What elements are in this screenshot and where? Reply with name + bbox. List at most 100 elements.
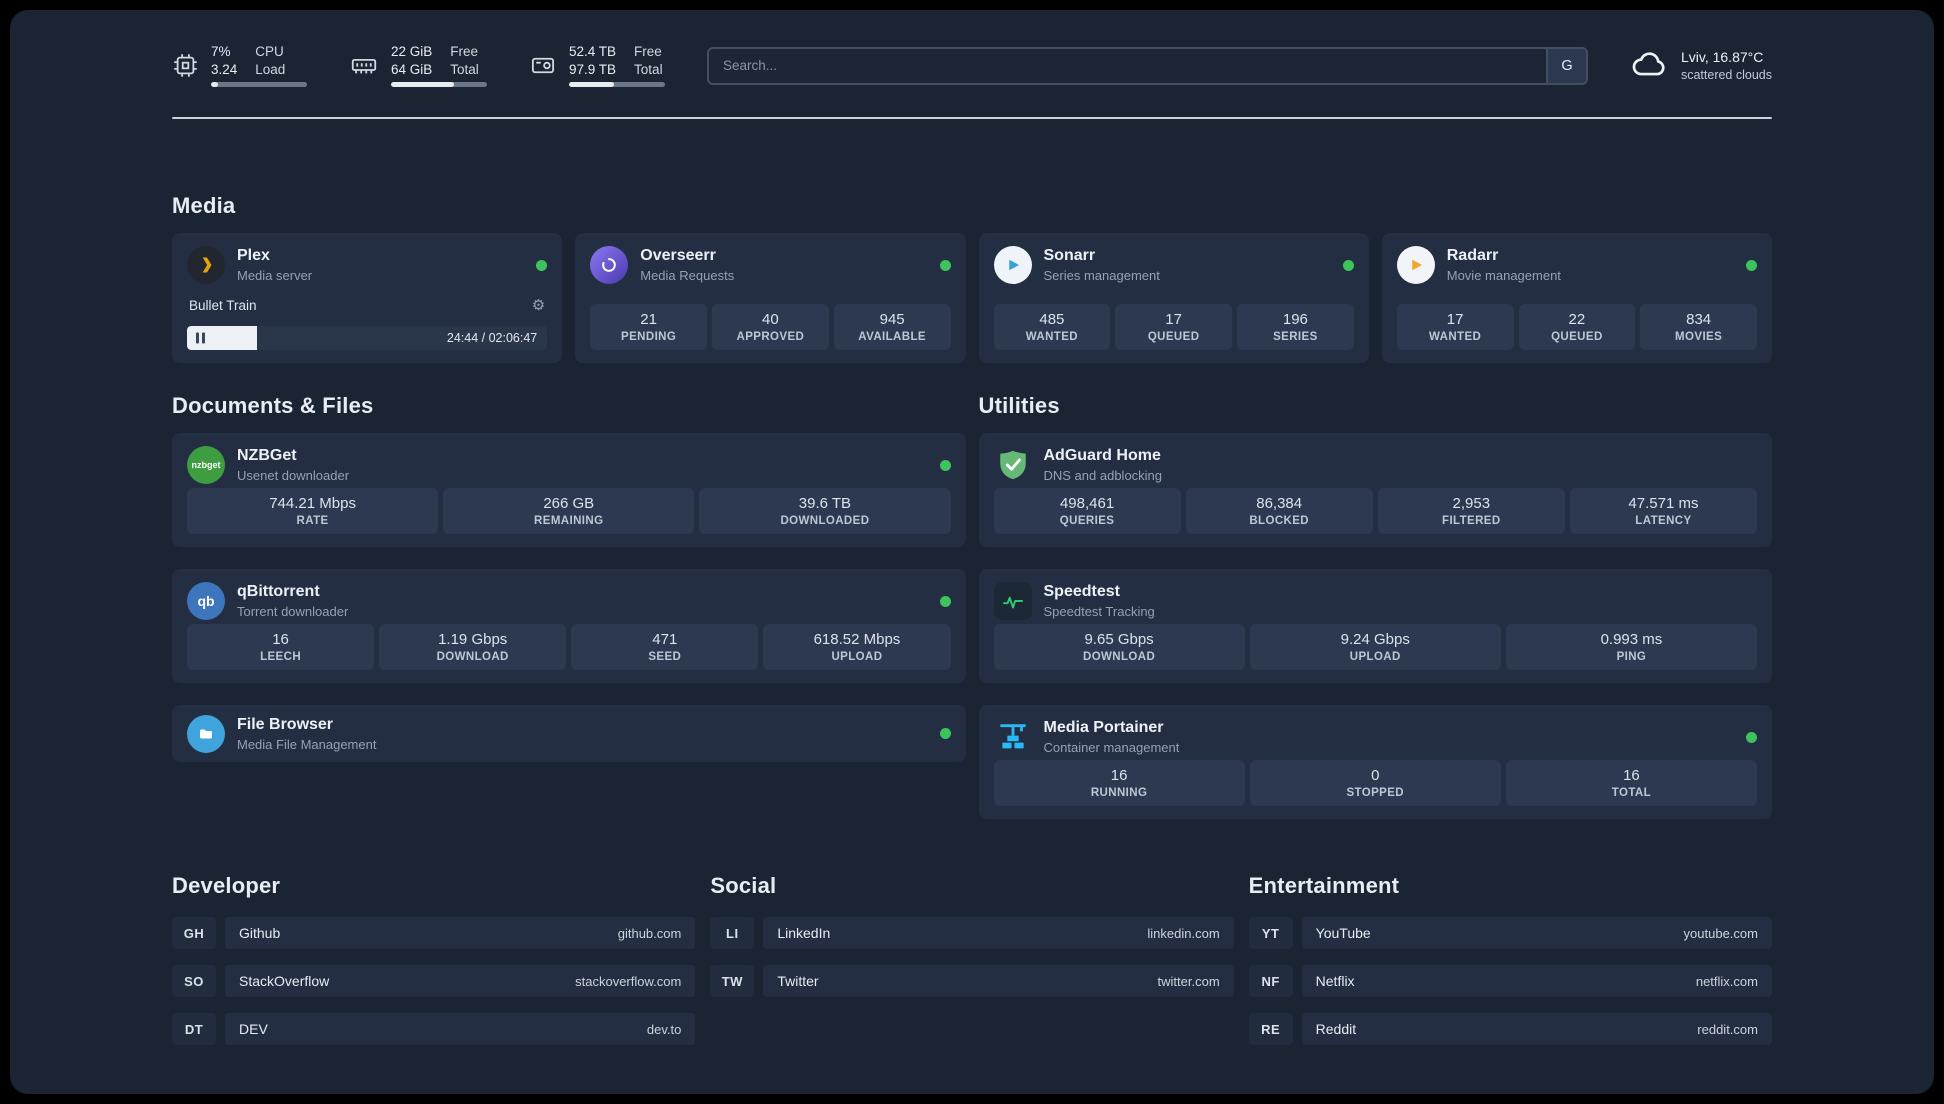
status-dot	[1342, 259, 1354, 271]
section-title-documents: Documents & Files	[172, 393, 374, 418]
search-input[interactable]	[709, 48, 1546, 83]
app-subtitle: Usenet downloader	[237, 468, 350, 483]
app-subtitle: DNS and adblocking	[1043, 468, 1163, 483]
bookmark-twitter[interactable]: TW Twitter twitter.com	[710, 965, 1234, 997]
disk-free-value: 52.4 TB	[569, 44, 617, 59]
bookmark-domain: dev.to	[646, 1021, 682, 1037]
stat-tile: 1.19 Gbps DOWNLOAD	[379, 624, 567, 670]
disk-widget: 52.4 TB 97.9 TB Free Total	[529, 44, 665, 87]
disk-usage-bar	[569, 82, 665, 87]
portainer-header: Media Portainer Container management	[994, 718, 1757, 756]
radarr-stats: 17 WANTED 22 QUEUED 834 MOVIES	[1396, 304, 1757, 350]
stat-tile: 86,384 BLOCKED	[1185, 488, 1373, 534]
playback-progress-bar[interactable]: 24:44 / 02:06:47	[187, 326, 548, 350]
app-card-plex[interactable]: Plex Media server Bullet Train ⚙ 24:44 /…	[172, 233, 563, 363]
section-documents: Documents & Files nzbget NZBGet Usenet d…	[172, 393, 966, 762]
disk-free-label: Free	[634, 44, 662, 59]
app-card-speedtest[interactable]: Speedtest Speedtest Tracking 9.65 Gbps D…	[978, 569, 1772, 683]
bookmark-stackoverflow[interactable]: SO StackOverflow stackoverflow.com	[172, 965, 696, 997]
adguard-shield-icon	[994, 446, 1032, 484]
bookmark-youtube[interactable]: YT YouTube youtube.com	[1248, 917, 1772, 949]
app-name: AdGuard Home	[1043, 447, 1161, 464]
app-name: Plex	[237, 247, 270, 264]
app-name: Speedtest	[1043, 583, 1120, 600]
search-engine-button[interactable]: G	[1545, 48, 1586, 83]
status-dot	[1746, 731, 1757, 743]
bookmark-abbr: YT	[1248, 917, 1293, 949]
app-name: Radarr	[1446, 247, 1499, 264]
stat-tile: 2,953 FILTERED	[1377, 488, 1565, 534]
bookmark-dev[interactable]: DT DEV dev.to	[172, 1013, 696, 1045]
section-media: Media Plex Media server Bullet Train ⚙ 2…	[172, 193, 1772, 363]
bookmark-linkedin[interactable]: LI LinkedIn linkedin.com	[710, 917, 1234, 949]
stat-tile: 40 APPROVED	[712, 304, 829, 350]
filebrowser-header: File Browser Media File Management	[187, 714, 951, 753]
bookmark-abbr: DT	[172, 1013, 216, 1045]
stat-tile: 9.24 Gbps UPLOAD	[1249, 624, 1501, 670]
app-subtitle: Media Requests	[640, 268, 735, 283]
stat-tile: 196 SERIES	[1237, 304, 1354, 350]
stat-tile: 16 TOTAL	[1505, 760, 1758, 806]
section-social: Social LI LinkedIn linkedin.com TW Twitt…	[710, 873, 1234, 997]
bookmark-name: StackOverflow	[239, 973, 330, 989]
now-playing-title: Bullet Train	[189, 297, 257, 313]
stat-tile: 498,461 QUERIES	[993, 488, 1181, 534]
section-utilities: Utilities AdGuard Home DNS and adblockin…	[978, 393, 1772, 819]
pause-icon[interactable]	[196, 332, 205, 344]
sonarr-icon	[993, 246, 1032, 284]
disk-icon	[529, 52, 557, 79]
cpu-load-value: 3.24	[211, 62, 238, 77]
app-name: qBittorrent	[237, 583, 320, 600]
app-card-adguard[interactable]: AdGuard Home DNS and adblocking 498,461 …	[978, 433, 1772, 547]
speedtest-stats: 9.65 Gbps DOWNLOAD 9.24 Gbps UPLOAD 0.99…	[993, 624, 1758, 670]
app-subtitle: Container management	[1043, 740, 1180, 755]
bookmark-github[interactable]: GH Github github.com	[172, 917, 696, 949]
bookmark-reddit[interactable]: RE Reddit reddit.com	[1248, 1013, 1772, 1045]
app-card-sonarr[interactable]: Sonarr Series management 485 WANTED 17 Q…	[978, 233, 1369, 363]
app-card-filebrowser[interactable]: File Browser Media File Management	[172, 705, 966, 762]
bookmark-name: Twitter	[777, 973, 819, 989]
search-bar: G	[707, 46, 1588, 85]
status-dot	[939, 728, 951, 739]
plex-header: Plex Media server	[187, 246, 548, 284]
weather-condition: scattered clouds	[1680, 68, 1772, 82]
app-card-qbittorrent[interactable]: qb qBittorrent Torrent downloader 16 LEE…	[172, 569, 966, 683]
sonarr-stats: 485 WANTED 17 QUEUED 196 SERIES	[993, 304, 1354, 350]
status-dot	[939, 595, 951, 607]
app-card-portainer[interactable]: Media Portainer Container management 16 …	[978, 705, 1772, 819]
adguard-stats: 498,461 QUERIES 86,384 BLOCKED 2,953 FIL…	[993, 488, 1757, 534]
section-title-media: Media	[172, 193, 236, 218]
bookmark-netflix[interactable]: NF Netflix netflix.com	[1248, 965, 1772, 997]
bookmark-domain: netflix.com	[1695, 973, 1758, 989]
app-card-nzbget[interactable]: nzbget NZBGet Usenet downloader 744.21 M…	[172, 433, 966, 547]
stat-tile: 9.65 Gbps DOWNLOAD	[993, 624, 1245, 670]
app-subtitle: Media server	[237, 268, 313, 283]
app-card-overseerr[interactable]: Overseerr Media Requests 21 PENDING 40 A…	[575, 233, 966, 363]
adguard-header: AdGuard Home DNS and adblocking	[994, 446, 1758, 484]
ram-free-label: Free	[450, 44, 479, 59]
bookmark-domain: linkedin.com	[1147, 925, 1220, 941]
weather-widget: Lviv, 16.87°C scattered clouds	[1630, 47, 1772, 84]
bookmark-abbr: NF	[1248, 965, 1293, 997]
stat-tile: 945 AVAILABLE	[833, 304, 951, 350]
status-dot	[939, 459, 951, 471]
dashboard-content: 7% 3.24 CPU Load 22 GiB 64 GiB Free Tota…	[10, 10, 1934, 1045]
stat-tile: 17 WANTED	[1396, 304, 1514, 350]
app-name: File Browser	[237, 715, 334, 733]
disk-total-value: 97.9 TB	[569, 62, 617, 77]
media-grid: Plex Media server Bullet Train ⚙ 24:44 /…	[172, 233, 1772, 363]
radarr-icon	[1396, 246, 1435, 284]
section-entertainment: Entertainment YT YouTube youtube.com NF …	[1248, 873, 1772, 1045]
app-card-radarr[interactable]: Radarr Movie management 17 WANTED 22 QUE…	[1381, 233, 1772, 363]
gear-icon[interactable]: ⚙	[532, 298, 545, 313]
section-title-utilities: Utilities	[978, 393, 1060, 418]
cpu-icon	[172, 52, 199, 79]
ram-total-value: 64 GiB	[391, 62, 433, 77]
stat-tile: 17 QUEUED	[1115, 304, 1232, 350]
cpu-usage-bar	[211, 82, 307, 87]
status-dot	[536, 259, 548, 271]
stat-tile: 16 RUNNING	[993, 760, 1245, 806]
cpu-widget: 7% 3.24 CPU Load	[172, 44, 307, 87]
speedtest-graph-icon	[993, 582, 1032, 620]
bookmark-abbr: RE	[1248, 1013, 1293, 1045]
